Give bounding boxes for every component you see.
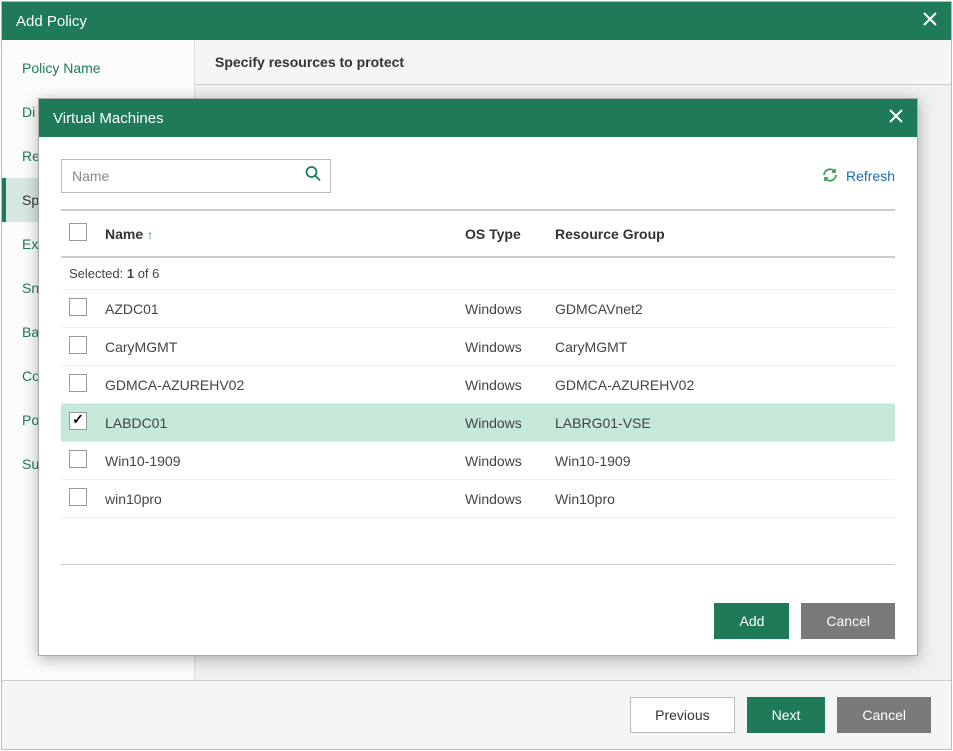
modal-toolbar: Refresh	[61, 159, 895, 193]
table-row[interactable]: LABDC01WindowsLABRG01-VSE	[61, 404, 895, 442]
row-checkbox[interactable]	[69, 412, 87, 430]
cell-os: Windows	[457, 328, 547, 366]
table-row[interactable]: win10proWindowsWin10pro	[61, 480, 895, 518]
row-checkbox[interactable]	[69, 336, 87, 354]
cancel-button[interactable]: Cancel	[837, 697, 931, 733]
outer-title: Add Policy	[16, 13, 87, 30]
cell-os: Windows	[457, 290, 547, 328]
vm-table: Name↑ OS Type Resource Group Selected: 1…	[61, 211, 895, 518]
search-icon[interactable]	[305, 166, 321, 187]
outer-footer: Previous Next Cancel	[2, 680, 951, 749]
virtual-machines-modal: Virtual Machines Refresh	[38, 98, 918, 656]
cell-name: AZDC01	[97, 290, 457, 328]
cell-rg: Win10pro	[547, 480, 895, 518]
cell-name: win10pro	[97, 480, 457, 518]
table-head: Name↑ OS Type Resource Group	[61, 211, 895, 257]
sidebar-item-0[interactable]: Policy Name	[2, 46, 194, 90]
column-name[interactable]: Name↑	[97, 211, 457, 257]
outer-header: Add Policy	[2, 2, 951, 40]
cell-os: Windows	[457, 480, 547, 518]
cell-name: Win10-1909	[97, 442, 457, 480]
refresh-button[interactable]: Refresh	[822, 167, 895, 186]
modal-header: Virtual Machines	[39, 99, 917, 137]
add-policy-dialog: Add Policy Policy NameDiReSpExSnBaCoPoSu…	[1, 1, 952, 750]
previous-button[interactable]: Previous	[630, 697, 734, 733]
search-input[interactable]	[61, 159, 331, 193]
main-header: Specify resources to protect	[195, 40, 951, 85]
table-row[interactable]: GDMCA-AZUREHV02WindowsGDMCA-AZUREHV02	[61, 366, 895, 404]
modal-body: Refresh Name↑ OS Type Resource Group	[39, 137, 917, 587]
cell-rg: CaryMGMT	[547, 328, 895, 366]
column-os[interactable]: OS Type	[457, 211, 547, 257]
cell-rg: GDMCAVnet2	[547, 290, 895, 328]
cell-rg: LABRG01-VSE	[547, 404, 895, 442]
next-button[interactable]: Next	[747, 697, 826, 733]
select-all-checkbox[interactable]	[69, 223, 87, 241]
row-checkbox[interactable]	[69, 488, 87, 506]
cell-os: Windows	[457, 404, 547, 442]
cell-os: Windows	[457, 442, 547, 480]
modal-footer: Add Cancel	[39, 587, 917, 655]
row-checkbox[interactable]	[69, 450, 87, 468]
table-wrap: Name↑ OS Type Resource Group Selected: 1…	[61, 209, 895, 565]
cell-rg: Win10-1909	[547, 442, 895, 480]
selected-info: Selected: 1 of 6	[61, 257, 895, 290]
cell-name: LABDC01	[97, 404, 457, 442]
cancel-button[interactable]: Cancel	[801, 603, 895, 639]
modal-title: Virtual Machines	[53, 110, 164, 127]
close-icon[interactable]	[889, 108, 903, 128]
table-body: Selected: 1 of 6 AZDC01WindowsGDMCAVnet2…	[61, 257, 895, 518]
refresh-icon	[822, 167, 838, 186]
row-checkbox[interactable]	[69, 298, 87, 316]
cell-os: Windows	[457, 366, 547, 404]
cell-rg: GDMCA-AZUREHV02	[547, 366, 895, 404]
selected-info-row: Selected: 1 of 6	[61, 257, 895, 290]
table-row[interactable]: Win10-1909WindowsWin10-1909	[61, 442, 895, 480]
sort-asc-icon: ↑	[147, 228, 153, 242]
search-wrap	[61, 159, 331, 193]
refresh-label: Refresh	[846, 168, 895, 184]
table-row[interactable]: CaryMGMTWindowsCaryMGMT	[61, 328, 895, 366]
row-checkbox[interactable]	[69, 374, 87, 392]
cell-name: CaryMGMT	[97, 328, 457, 366]
close-icon[interactable]	[923, 11, 937, 31]
table-row[interactable]: AZDC01WindowsGDMCAVnet2	[61, 290, 895, 328]
column-rg[interactable]: Resource Group	[547, 211, 895, 257]
add-button[interactable]: Add	[714, 603, 789, 639]
cell-name: GDMCA-AZUREHV02	[97, 366, 457, 404]
